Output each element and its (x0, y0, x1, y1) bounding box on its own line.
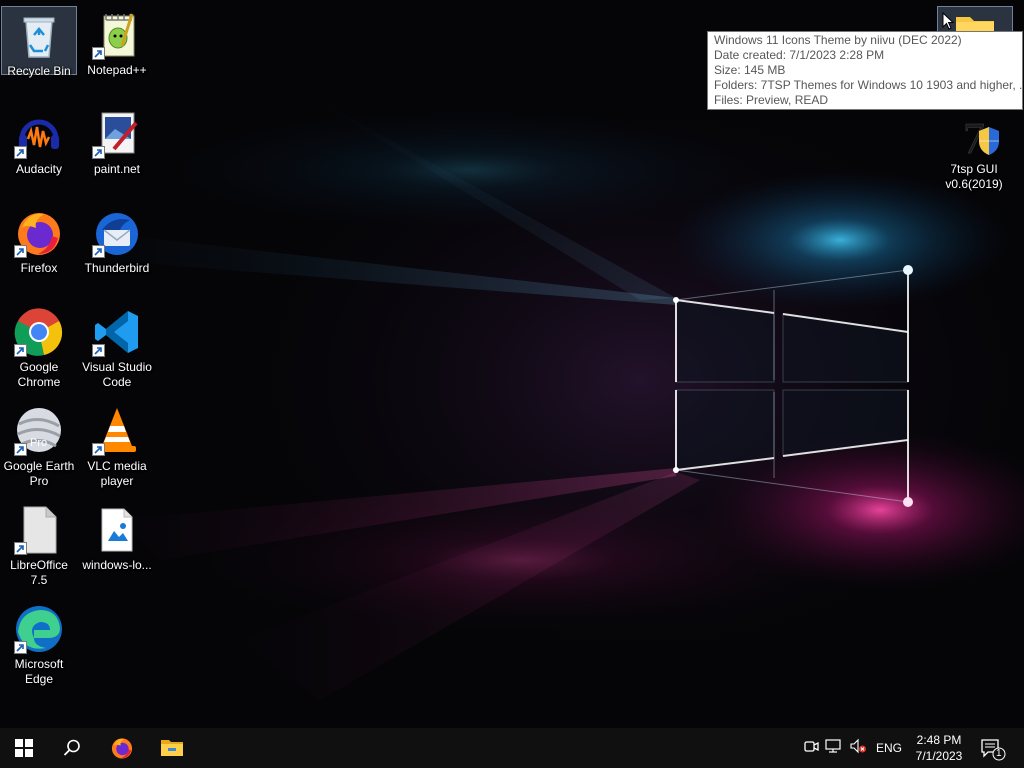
desktop-icon-label: Audacity (15, 162, 63, 176)
desktop-icon-audacity[interactable]: Audacity (1, 105, 77, 177)
pro-badge: Pro (30, 437, 48, 449)
folder-icon (950, 11, 1000, 31)
notification-count-badge: 1 (996, 748, 1002, 759)
desktop-icon-libreoffice[interactable]: LibreOffice 7.5 (1, 501, 77, 588)
file-explorer-icon (160, 738, 184, 758)
shortcut-arrow-icon (14, 146, 27, 159)
firefox-icon (14, 208, 64, 258)
desktop-icon-label: Google Chrome (17, 360, 61, 389)
mouse-pointer-icon (942, 11, 955, 30)
chrome-icon (14, 307, 64, 357)
taskbar-file-explorer-button[interactable] (148, 728, 196, 768)
network-button[interactable] (825, 738, 843, 759)
desktop-icon-label: Recycle Bin (7, 64, 71, 78)
vscode-icon (92, 307, 142, 357)
desktop-icon-7tsp-gui[interactable]: 7 7tsp GUI v0.6(2019) (936, 105, 1012, 192)
clock-date: 7/1/2023 (915, 749, 963, 763)
desktop-icon-notepad-plus-plus[interactable]: Notepad++ (79, 6, 155, 78)
desktop-icon-vscode[interactable]: Visual Studio Code (79, 303, 155, 390)
shortcut-arrow-icon (92, 443, 105, 456)
desktop-icon-microsoft-edge[interactable]: Microsoft Edge (1, 600, 77, 687)
meet-now-button[interactable] (802, 739, 820, 757)
volume-button[interactable] (849, 738, 867, 759)
notepad-plus-plus-icon (92, 10, 142, 60)
action-center-button[interactable]: 1 (978, 736, 1006, 762)
shortcut-arrow-icon (14, 344, 27, 357)
shortcut-arrow-icon (92, 245, 105, 258)
input-language-indicator[interactable]: ENG (876, 741, 902, 755)
desktop-icon-label: 7tsp GUI v0.6(2019) (945, 162, 1003, 191)
thunderbird-icon (92, 208, 142, 258)
desktop-icon-google-earth-pro[interactable]: Pro Google Earth Pro (1, 402, 77, 489)
shortcut-arrow-icon (92, 344, 105, 357)
windows-start-icon (15, 739, 33, 757)
tooltip-line: Size: 145 MB (714, 63, 786, 77)
search-icon (63, 739, 81, 757)
shortcut-arrow-icon (92, 47, 105, 60)
shortcut-arrow-icon (14, 443, 27, 456)
desktop-icon-label: Microsoft Edge (14, 657, 64, 686)
tooltip-line: Windows 11 Icons Theme by niivu (DEC 202… (714, 33, 962, 47)
taskbar-firefox-button[interactable] (98, 728, 146, 768)
audacity-icon (14, 109, 64, 159)
meet-now-icon (803, 738, 819, 759)
desktop-icon-recycle-bin[interactable]: Recycle Bin (1, 6, 77, 78)
shortcut-arrow-icon (14, 641, 27, 654)
desktop-icon-label: Notepad++ (87, 63, 147, 77)
desktop-icon-windows-logo-file[interactable]: windows-lo... (79, 501, 155, 573)
system-clock[interactable]: 2:48 PM 7/1/2023 (908, 732, 970, 764)
paint-net-icon (92, 109, 142, 159)
desktop-icon-firefox[interactable]: Firefox (1, 204, 77, 276)
shortcut-arrow-icon (14, 245, 27, 258)
desktop-icon-label: Visual Studio Code (82, 360, 152, 389)
desktop-icon-thunderbird[interactable]: Thunderbird (79, 204, 155, 276)
desktop-icon-label: Firefox (20, 261, 58, 275)
vlc-icon (92, 406, 142, 456)
tooltip-line: Date created: 7/1/2023 2:28 PM (714, 48, 885, 62)
taskbar: ENG 2:48 PM 7/1/2023 1 (0, 728, 1024, 768)
tooltip-line: Folders: 7TSP Themes for Windows 10 1903… (714, 78, 1023, 92)
shortcut-arrow-icon (14, 542, 27, 555)
search-button[interactable] (48, 728, 96, 768)
network-icon (825, 738, 843, 759)
desktop-icon-paint-net[interactable]: paint.net (79, 105, 155, 177)
desktop-icon-label: Google Earth Pro (3, 459, 75, 488)
start-button[interactable] (0, 728, 48, 768)
desktop-icon-google-chrome[interactable]: Google Chrome (1, 303, 77, 390)
folder-info-tooltip: Windows 11 Icons Theme by niivu (DEC 202… (707, 31, 1023, 110)
libreoffice-icon (14, 505, 64, 555)
google-earth-pro-icon: Pro (14, 406, 64, 456)
tooltip-line: Files: Preview, READ (714, 93, 829, 107)
clock-time: 2:48 PM (916, 733, 962, 747)
shortcut-arrow-icon (92, 146, 105, 159)
desktop-icon-label: LibreOffice 7.5 (10, 558, 68, 587)
desktop-icon-label: Thunderbird (84, 261, 150, 275)
recycle-bin-icon (14, 11, 64, 61)
desktop-icon-label: paint.net (93, 162, 141, 176)
desktop-icon-vlc[interactable]: VLC media player (79, 402, 155, 489)
volume-muted-icon (849, 738, 867, 759)
image-file-icon (92, 505, 142, 555)
edge-icon (14, 604, 64, 654)
desktop-icon-label: VLC media player (87, 459, 147, 488)
firefox-icon (110, 736, 134, 760)
7tsp-icon: 7 (949, 109, 999, 159)
desktop-icon-label: windows-lo... (82, 558, 152, 572)
